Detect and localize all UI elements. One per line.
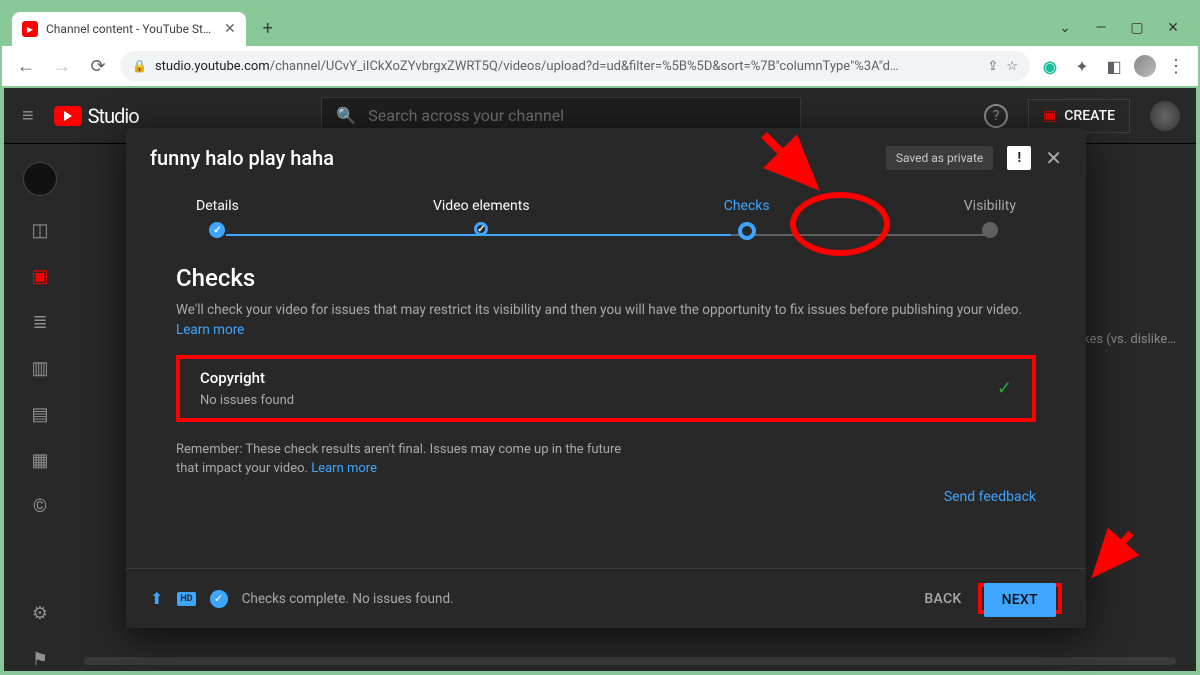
modal-title: funny halo play haha bbox=[150, 146, 334, 170]
channel-avatar-icon[interactable] bbox=[23, 162, 57, 196]
tab-title: Channel content - YouTube Studi… bbox=[46, 22, 216, 36]
remember-note: Remember: These check results aren't fin… bbox=[176, 440, 646, 479]
check-complete-icon: ✓ bbox=[210, 590, 228, 608]
step-label: Details bbox=[196, 198, 239, 214]
youtube-favicon-icon bbox=[22, 21, 38, 37]
subtitles-icon[interactable]: ▦ bbox=[28, 448, 52, 472]
create-label: CREATE bbox=[1064, 108, 1115, 124]
checks-desc-text: We'll check your video for issues that m… bbox=[176, 302, 1022, 318]
learn-more-link[interactable]: Learn more bbox=[176, 322, 244, 338]
remember-text: Remember: These check results aren't fin… bbox=[176, 442, 621, 477]
share-icon[interactable]: ⇪ bbox=[987, 59, 998, 74]
step-label: Visibility bbox=[964, 198, 1016, 214]
account-avatar-icon[interactable] bbox=[1150, 101, 1180, 131]
send-feedback-link[interactable]: Send feedback bbox=[176, 489, 1036, 505]
remember-learn-more-link[interactable]: Learn more bbox=[311, 461, 377, 476]
window-maximize-icon[interactable]: ▢ bbox=[1130, 20, 1144, 36]
grammarly-extension-icon[interactable]: ◉ bbox=[1038, 57, 1062, 76]
copyright-status: No issues found bbox=[200, 393, 294, 408]
copyright-icon[interactable]: © bbox=[28, 494, 52, 518]
window-minimize-icon[interactable]: — bbox=[1094, 20, 1108, 36]
new-tab-button[interactable]: + bbox=[254, 14, 282, 42]
close-icon[interactable]: ✕ bbox=[1045, 146, 1062, 170]
step-label: Checks bbox=[724, 198, 770, 214]
feedback-icon[interactable]: ⚑ bbox=[28, 647, 52, 671]
url-path: /channel/UCvY_iICkXoZYvbrgxZWRT5Q/videos… bbox=[270, 59, 899, 74]
chrome-menu-icon[interactable]: ⋮ bbox=[1164, 56, 1188, 77]
step-details[interactable]: Details bbox=[196, 198, 239, 240]
browser-titlebar: Channel content - YouTube Studi… ✕ + ⌄ —… bbox=[2, 2, 1198, 46]
search-icon: 🔍 bbox=[336, 106, 356, 125]
sidepanel-icon[interactable]: ◧ bbox=[1102, 57, 1126, 76]
nav-forward-icon: → bbox=[48, 56, 76, 77]
comments-icon[interactable]: ▤ bbox=[28, 402, 52, 426]
modal-header: funny halo play haha Saved as private ! … bbox=[126, 128, 1086, 188]
browser-toolbar: ← → ⟳ 🔒 studio.youtube.com/channel/UCvY_… bbox=[2, 46, 1198, 86]
step-dot-icon bbox=[738, 222, 756, 240]
address-bar[interactable]: 🔒 studio.youtube.com/channel/UCvY_iICkXo… bbox=[120, 51, 1030, 81]
tab-close-icon[interactable]: ✕ bbox=[224, 21, 236, 37]
studio-brand-text: Studio bbox=[88, 104, 139, 128]
extensions-icon[interactable]: ✦ bbox=[1070, 57, 1094, 76]
upload-stepper: Details Video elements Checks Visibility bbox=[126, 188, 1086, 254]
dashboard-icon[interactable]: ◫ bbox=[28, 218, 52, 242]
browser-tab[interactable]: Channel content - YouTube Studi… ✕ bbox=[12, 12, 246, 46]
step-dot-icon bbox=[209, 222, 225, 238]
next-button-highlight: NEXT bbox=[978, 583, 1062, 614]
copyright-title: Copyright bbox=[200, 369, 294, 387]
upload-modal: funny halo play haha Saved as private ! … bbox=[126, 128, 1086, 628]
analytics-icon[interactable]: ▥ bbox=[28, 356, 52, 380]
step-label: Video elements bbox=[433, 198, 530, 214]
feedback-square-icon[interactable]: ! bbox=[1007, 146, 1031, 170]
nav-reload-icon[interactable]: ⟳ bbox=[84, 56, 112, 77]
footer-status: Checks complete. No issues found. bbox=[242, 591, 454, 607]
saved-status-chip: Saved as private bbox=[886, 146, 993, 170]
create-camera-icon: ▣ bbox=[1043, 108, 1056, 124]
checks-description: We'll check your video for issues that m… bbox=[176, 300, 1036, 341]
step-visibility[interactable]: Visibility bbox=[964, 198, 1016, 240]
checks-heading: Checks bbox=[176, 264, 1036, 292]
bg-column-header: Likes (vs. dislike… bbox=[1073, 332, 1176, 347]
step-dot-icon bbox=[982, 222, 998, 238]
bookmark-icon[interactable]: ☆ bbox=[1006, 59, 1018, 74]
hamburger-menu-icon[interactable]: ≡ bbox=[22, 103, 34, 128]
window-controls: ⌄ — ▢ ✕ bbox=[1058, 20, 1198, 46]
checkmark-icon: ✓ bbox=[997, 378, 1012, 399]
window-chevron-icon[interactable]: ⌄ bbox=[1058, 20, 1072, 36]
url-text: studio.youtube.com/channel/UCvY_iICkXoZY… bbox=[155, 59, 979, 74]
back-button[interactable]: BACK bbox=[924, 591, 961, 607]
studio-leftnav: ◫ ▣ ≣ ▥ ▤ ▦ © ⚙ ⚑ bbox=[4, 144, 76, 671]
upload-complete-icon: ⬆ bbox=[150, 589, 163, 608]
studio-logo[interactable]: Studio bbox=[54, 104, 139, 128]
url-host: studio.youtube.com bbox=[155, 59, 270, 74]
window-close-icon[interactable]: ✕ bbox=[1166, 20, 1180, 36]
help-icon[interactable]: ? bbox=[984, 104, 1008, 128]
youtube-studio-app: ≡ Studio 🔍 Search across your channel ? … bbox=[4, 88, 1196, 671]
lock-icon: 🔒 bbox=[132, 59, 147, 73]
profile-avatar-icon[interactable] bbox=[1134, 55, 1156, 77]
step-video-elements[interactable]: Video elements bbox=[433, 198, 530, 240]
playlists-icon[interactable]: ≣ bbox=[28, 310, 52, 334]
hd-badge-icon: HD bbox=[177, 592, 195, 606]
next-button[interactable]: NEXT bbox=[984, 583, 1056, 617]
nav-back-icon[interactable]: ← bbox=[12, 56, 40, 77]
step-dot-icon bbox=[474, 222, 488, 236]
step-checks[interactable]: Checks bbox=[724, 198, 770, 240]
search-placeholder: Search across your channel bbox=[368, 106, 564, 125]
content-icon[interactable]: ▣ bbox=[28, 264, 52, 288]
settings-gear-icon[interactable]: ⚙ bbox=[28, 601, 52, 625]
horizontal-scrollbar[interactable] bbox=[84, 657, 1176, 665]
modal-body: Checks We'll check your video for issues… bbox=[126, 254, 1086, 568]
copyright-card: Copyright No issues found ✓ bbox=[176, 355, 1036, 422]
youtube-play-icon bbox=[54, 106, 82, 126]
modal-footer: ⬆ HD ✓ Checks complete. No issues found.… bbox=[126, 568, 1086, 628]
annotation-arrow-next bbox=[1086, 528, 1146, 592]
